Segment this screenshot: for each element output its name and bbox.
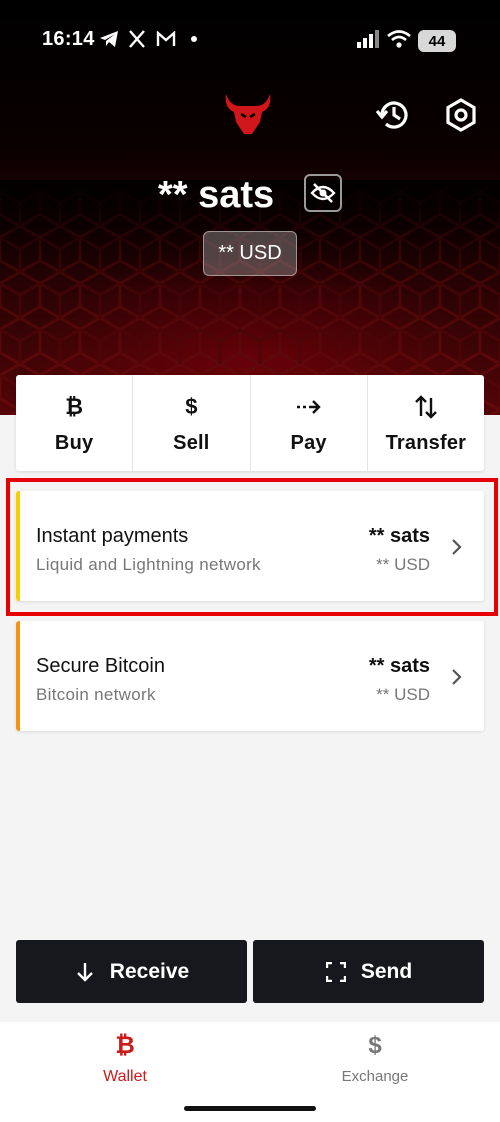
transfer-button[interactable]: Transfer <box>368 375 484 471</box>
hero-header: 16:14 44 ** sats ** USD <box>0 0 500 415</box>
tab-wallet[interactable]: ₿ Wallet <box>50 1032 200 1086</box>
buy-button[interactable]: ₿ Buy <box>16 375 134 471</box>
transfer-label: Transfer <box>385 431 467 454</box>
account-accent-bar <box>16 621 20 731</box>
history-button[interactable] <box>374 96 412 134</box>
balance-amount: ** sats <box>158 174 275 216</box>
home-indicator[interactable] <box>184 1106 316 1111</box>
account-card-secure[interactable]: Secure Bitcoin Bitcoin network ** sats *… <box>16 621 484 731</box>
receive-button[interactable]: Receive <box>16 940 247 1003</box>
fiat-balance-chip[interactable]: ** USD <box>203 231 297 276</box>
pay-button[interactable]: Pay <box>251 375 368 471</box>
account-fiat: ** USD <box>376 685 430 704</box>
status-time: 16:14 <box>42 28 95 50</box>
tab-wallet-label: Wallet <box>103 1068 147 1085</box>
eye-off-icon <box>310 183 336 203</box>
quick-actions: ₿ Buy $ Sell Pay Transfer <box>16 375 484 471</box>
send-button[interactable]: Send <box>253 940 484 1003</box>
tab-exchange-label: Exchange <box>341 1068 409 1085</box>
battery-icon: 44 <box>418 30 456 52</box>
receive-label: Receive <box>109 959 190 983</box>
x-icon <box>126 28 148 50</box>
wifi-icon <box>386 28 412 50</box>
history-icon <box>375 101 408 129</box>
settings-icon <box>446 98 476 132</box>
dollar-icon: $ <box>368 1032 382 1059</box>
send-label: Send <box>360 959 413 983</box>
dollar-icon: $ <box>185 393 198 419</box>
transfer-icon <box>415 392 437 422</box>
toggle-visibility-button[interactable] <box>304 174 342 212</box>
account-subtitle: Bitcoin network <box>36 685 156 704</box>
status-bar: 16:14 44 <box>0 0 500 80</box>
selection-highlight <box>6 478 498 616</box>
telegram-icon <box>98 28 120 50</box>
settings-button[interactable] <box>442 96 480 134</box>
arrow-down-icon <box>74 961 96 983</box>
account-amount: ** sats <box>368 655 430 677</box>
scan-icon <box>325 961 347 983</box>
bottom-tab-bar: ₿ Wallet $ Exchange <box>0 1022 500 1122</box>
chevron-right-icon <box>452 669 462 685</box>
sell-button[interactable]: $ Sell <box>133 375 251 471</box>
signal-icon <box>355 28 381 50</box>
buy-label: Buy <box>54 431 94 454</box>
pay-arrow-icon <box>296 392 322 422</box>
bitcoin-icon: ₿ <box>65 393 84 419</box>
pay-label: Pay <box>290 431 327 454</box>
sell-label: Sell <box>173 431 210 454</box>
dot-icon <box>188 28 200 50</box>
account-title: Secure Bitcoin <box>36 655 165 677</box>
primary-actions: Receive Send <box>16 940 484 1003</box>
tab-exchange[interactable]: $ Exchange <box>300 1032 450 1085</box>
bull-logo <box>222 92 274 136</box>
balance-display: ** sats <box>0 170 500 220</box>
gmail-icon <box>155 28 177 50</box>
bitcoin-icon: ₿ <box>115 1032 135 1059</box>
